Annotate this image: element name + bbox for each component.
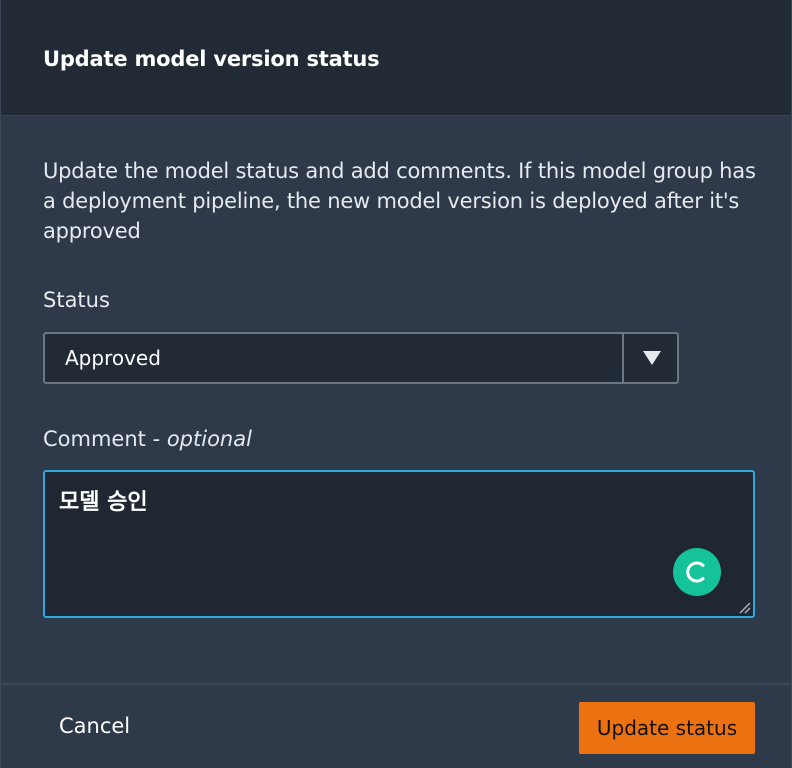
status-selected-value: Approved [65,346,161,370]
update-status-modal: Update model version status Update the m… [0,0,792,768]
cancel-button[interactable]: Cancel [59,714,130,738]
comment-label-text: Comment - [43,427,167,451]
comment-label: Comment - optional [43,427,252,451]
modal-title: Update model version status [43,47,380,71]
resize-handle-icon[interactable] [737,600,751,614]
spinner-arc-icon [686,561,705,583]
comment-textarea[interactable]: 모델 승인 [43,470,755,618]
status-select[interactable]: Approved [43,332,679,384]
select-divider [622,334,624,382]
status-label: Status [43,288,110,312]
grammarly-icon[interactable] [673,548,721,596]
comment-value: 모델 승인 [59,490,148,515]
caret-down-icon[interactable] [643,351,661,365]
modal-header: Update model version status [1,0,791,116]
comment-label-optional: optional [166,427,252,451]
modal-body: Update the model status and add comments… [1,116,791,683]
modal-description: Update the model status and add comments… [43,159,756,243]
modal-footer: Cancel Update status [1,683,791,768]
update-status-button[interactable]: Update status [579,702,755,754]
